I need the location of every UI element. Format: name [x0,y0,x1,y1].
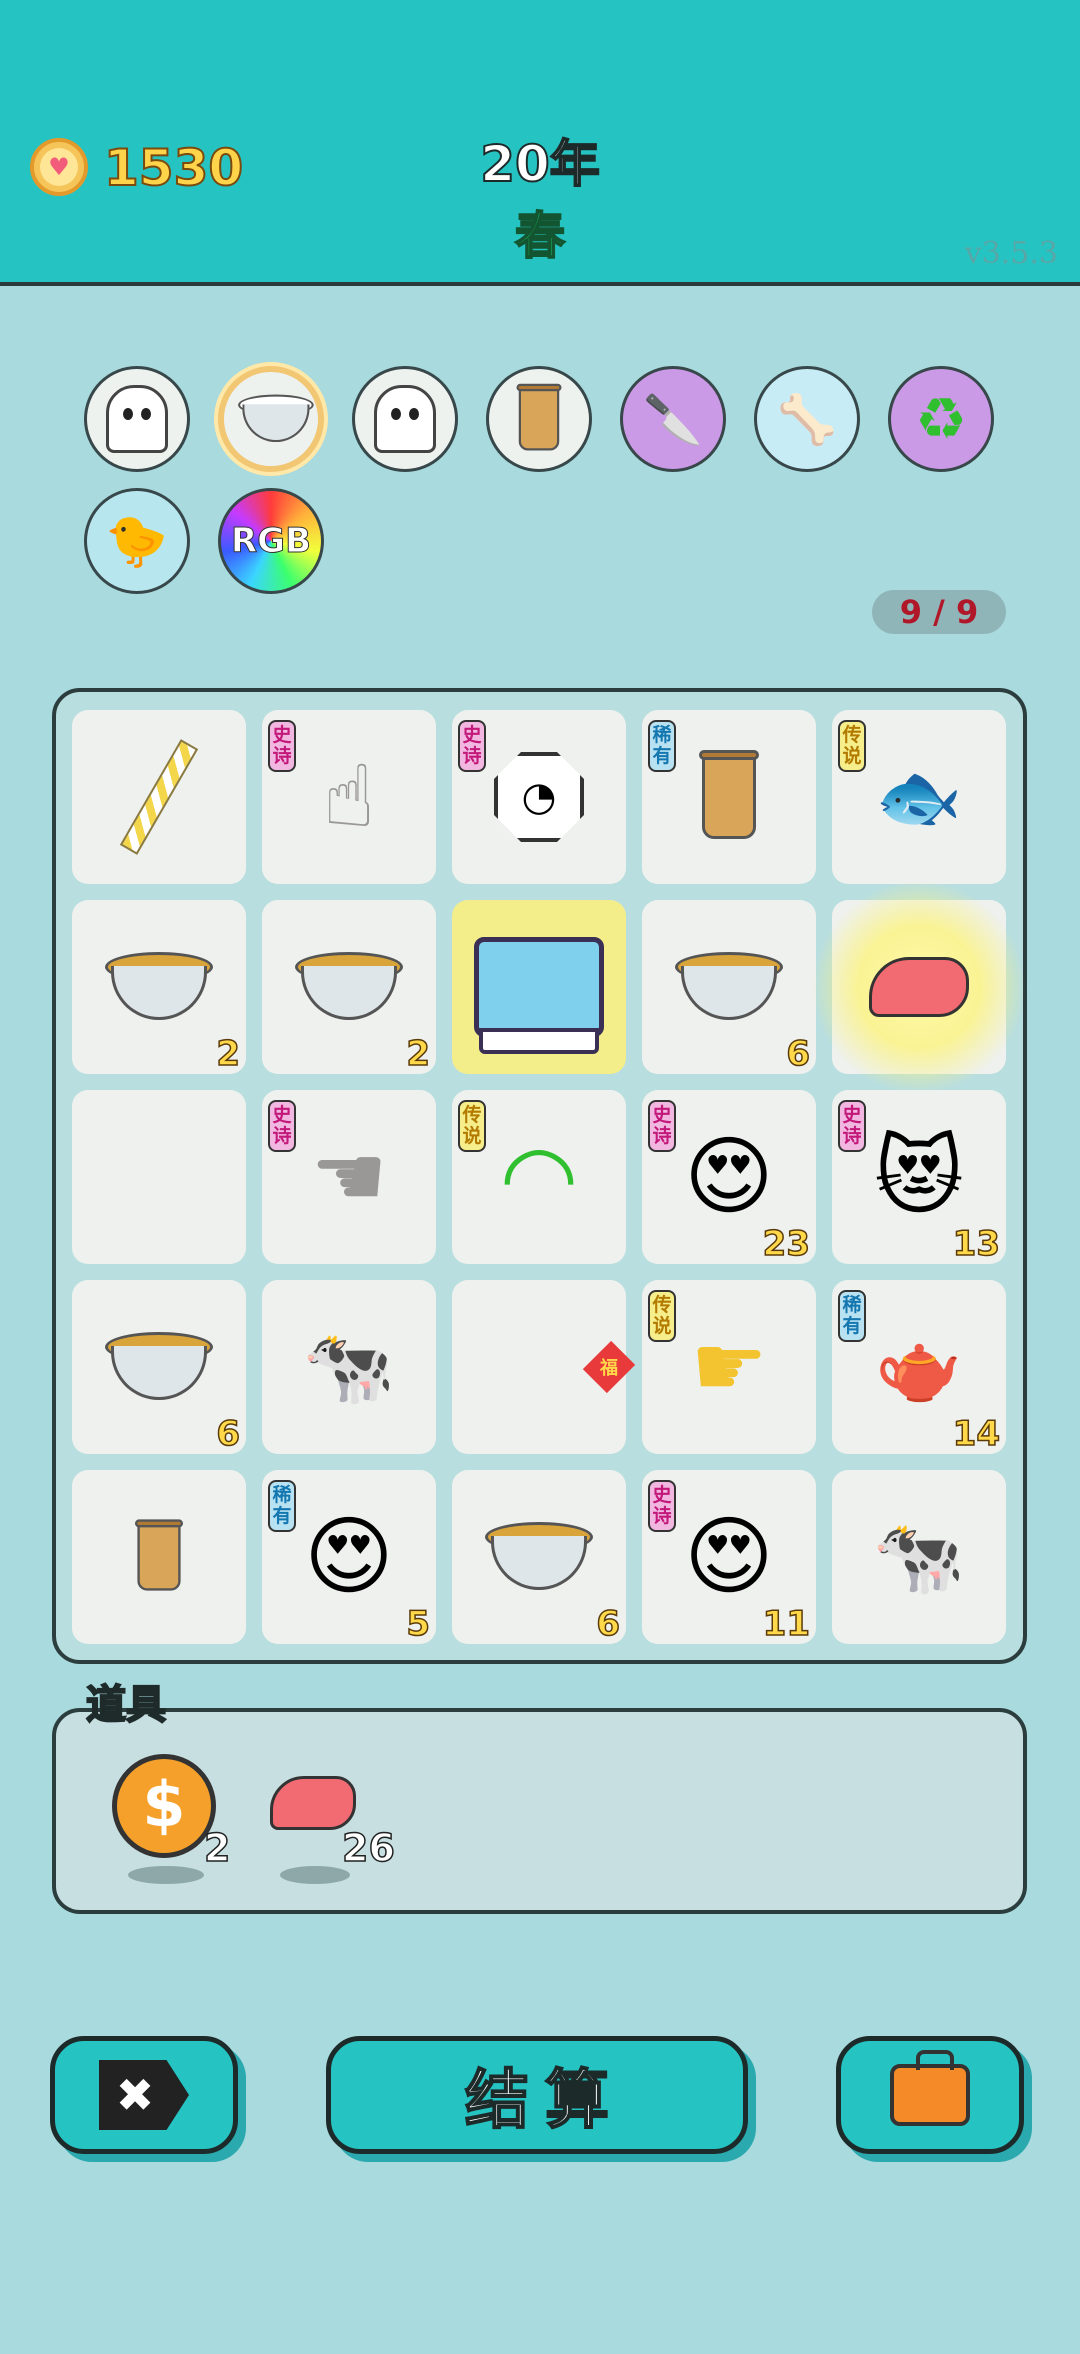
item-count: 14 [952,1413,1001,1455]
tool-count: 26 [341,1825,395,1871]
board-cell[interactable]: ◠ 传说 [452,1090,626,1264]
rgb-icon[interactable]: RGB [218,488,324,594]
item-count: 6 [786,1033,811,1075]
board-cell[interactable]: 2 [262,900,436,1075]
cleaver-icon[interactable]: 🔪 [620,366,726,472]
item-count: 13 [952,1223,1001,1265]
settle-button[interactable]: 结算 [326,2036,748,2154]
board-cell[interactable]: 🐄 [262,1280,436,1454]
rice-bowl-icon[interactable] [218,366,324,472]
bubble-tea-icon [72,1470,246,1644]
item-count: 5 [406,1603,431,1645]
chicken-syringe-icon[interactable]: 🐤 [84,488,190,594]
board-cell[interactable]: ☚ 史诗 [262,1090,436,1264]
tool-shadow [128,1866,204,1884]
symbol-counter: 9 / 9 [872,590,1006,634]
board-cell[interactable] [72,1090,246,1264]
board-cell[interactable]: 🐟 传说 [832,710,1006,884]
rarity-tag: 稀有 [268,1480,296,1532]
rarity-tag: 史诗 [838,1100,866,1152]
board-cell[interactable]: 🐄 [832,1470,1006,1644]
board-cell[interactable] [72,710,246,884]
rarity-tag: 史诗 [268,720,296,772]
board-cell[interactable]: 6 [642,900,816,1075]
skip-button[interactable]: ✖ [50,2036,238,2154]
board-cell[interactable]: ◔ 史诗 [452,710,626,884]
board-cell[interactable]: 6 [452,1470,626,1645]
computer-icon [452,900,626,1074]
rarity-tag: 传说 [838,720,866,772]
close-icon: ✖ [99,2060,189,2130]
ghost-icon[interactable] [84,366,190,472]
board-cell[interactable]: 😍 史诗 11 [642,1470,816,1645]
rarity-tag: 史诗 [648,1480,676,1532]
item-count: 23 [762,1223,811,1265]
item-count: 2 [406,1033,431,1075]
liver-icon[interactable] [270,1776,356,1830]
inventory-button[interactable] [836,2036,1024,2154]
settle-label: 结算 [464,2063,625,2139]
board-cell[interactable]: 稀有 [642,710,816,884]
board-cell[interactable] [812,880,1026,1094]
dog-food-icon[interactable]: 🦴 [754,366,860,472]
item-count: 11 [762,1603,811,1645]
cow-icon: 🐄 [302,1323,396,1410]
board-cell[interactable] [452,900,626,1074]
item-count: 6 [596,1603,621,1645]
board-cell[interactable]: 2 [72,900,246,1075]
top-bar-rim [0,284,1080,292]
board-cell[interactable]: ☛ 传说 [642,1280,816,1454]
rarity-tag: 史诗 [268,1100,296,1152]
bubble-tea-icon[interactable] [486,366,592,472]
rarity-tag: 史诗 [458,720,486,772]
coin-icon[interactable]: $ [112,1754,216,1858]
rarity-tag: 稀有 [838,1290,866,1342]
straw-icon [72,710,246,884]
board-cell[interactable]: 6 [72,1280,246,1455]
tools-label: 道具 [85,1681,167,1729]
ghost-icon[interactable] [352,366,458,472]
rarity-tag: 史诗 [648,1100,676,1152]
cow-icon: 🐄 [872,1513,966,1600]
liver-icon [832,900,1006,1074]
board-cell[interactable]: 福 [452,1280,636,1454]
briefcase-icon [890,2050,970,2126]
board-cell[interactable]: 😻 史诗 13 [832,1090,1006,1265]
fu-icon: 福 [452,1280,636,1454]
year-label: 20年 [479,134,601,194]
item-count: 2 [216,1033,241,1075]
version-label: v3.5.3 [964,236,1058,271]
rarity-tag: 传说 [458,1100,486,1152]
board-cell[interactable]: 🫖 稀有 14 [832,1280,1006,1455]
item-count: 6 [216,1413,241,1455]
tool-count: 2 [203,1825,231,1871]
board-cell[interactable]: ☝ 史诗 [262,710,436,884]
recycle-icon[interactable]: ♻ [888,366,994,472]
rgb-label: RGB [230,521,311,562]
board-cell[interactable]: 😍 稀有 5 [262,1470,436,1645]
board-cell[interactable] [72,1470,246,1644]
rarity-tag: 稀有 [648,720,676,772]
rarity-tag: 传说 [648,1290,676,1342]
season-label: 春 [514,206,566,266]
tool-shadow [280,1866,350,1884]
board-cell[interactable]: 😍 史诗 23 [642,1090,816,1265]
